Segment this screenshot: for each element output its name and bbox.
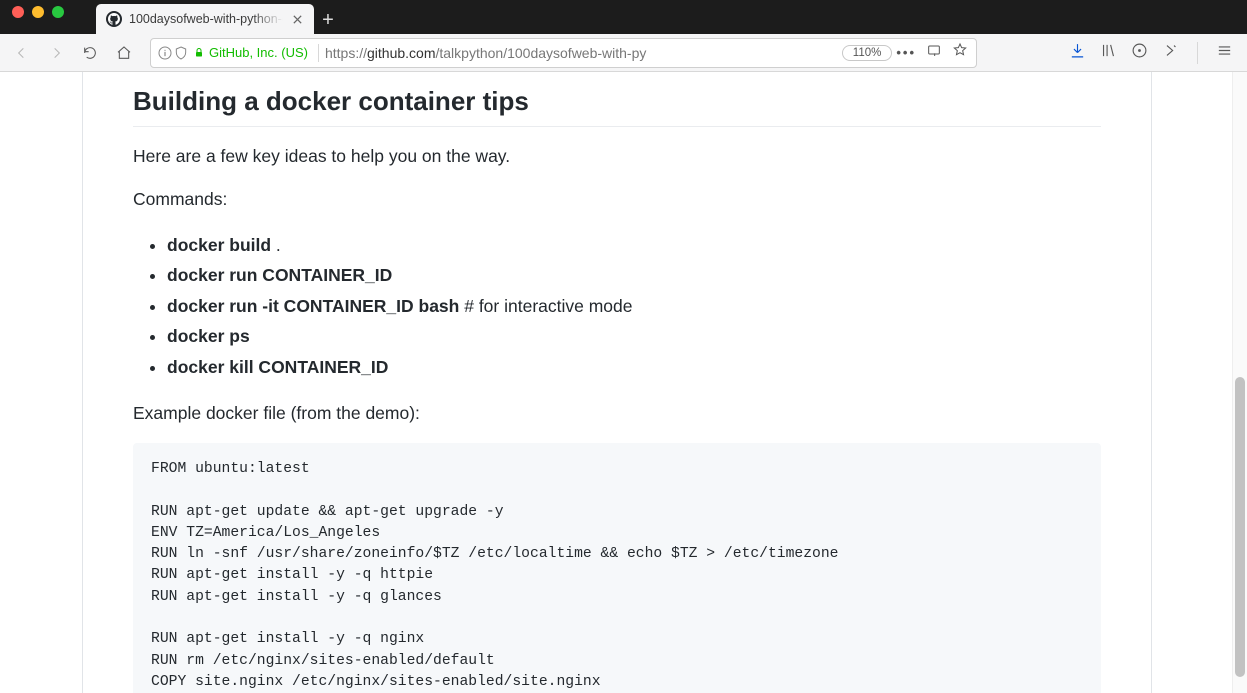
browser-tab[interactable]: 100daysofweb-with-python-co: [96, 4, 314, 34]
close-window-button[interactable]: [12, 6, 24, 18]
site-identity[interactable]: GitHub, Inc. (US): [193, 45, 308, 60]
new-tab-button[interactable]: +: [314, 6, 342, 34]
back-button[interactable]: [8, 39, 36, 67]
tracking-shield-icon[interactable]: [173, 45, 189, 61]
reload-button[interactable]: [76, 39, 104, 67]
site-identity-label: GitHub, Inc. (US): [209, 45, 308, 60]
toolbar-separator: [1197, 42, 1198, 64]
extension-icon[interactable]: [1131, 42, 1148, 64]
downloads-icon[interactable]: [1069, 42, 1086, 64]
scrollbar-thumb[interactable]: [1235, 377, 1245, 677]
reader-view-icon[interactable]: [926, 42, 942, 63]
overflow-icon[interactable]: [1162, 42, 1179, 64]
urlbar-right-icons: •••: [896, 42, 970, 63]
list-item: docker build .: [167, 230, 1101, 261]
section-heading: Building a docker container tips: [133, 86, 1101, 127]
commands-label: Commands:: [133, 186, 1101, 212]
content-border-right: [1151, 72, 1152, 693]
list-item: docker run -it CONTAINER_ID bash # for i…: [167, 291, 1101, 322]
url-text: https://github.com/talkpython/100daysofw…: [325, 45, 842, 61]
minimize-window-button[interactable]: [32, 6, 44, 18]
dockerfile-code-block: FROM ubuntu:latest RUN apt-get update &&…: [133, 443, 1101, 693]
site-info-icon[interactable]: [157, 45, 173, 61]
toolbar-right: [989, 42, 1239, 64]
library-icon[interactable]: [1100, 42, 1117, 64]
example-label: Example docker file (from the demo):: [133, 400, 1101, 426]
zoom-indicator[interactable]: 110%: [842, 45, 893, 61]
home-button[interactable]: [110, 39, 138, 67]
maximize-window-button[interactable]: [52, 6, 64, 18]
page-actions-icon[interactable]: •••: [896, 45, 916, 60]
browser-toolbar: GitHub, Inc. (US) https://github.com/tal…: [0, 34, 1247, 72]
title-bar: 100daysofweb-with-python-co +: [0, 0, 1247, 34]
url-bar[interactable]: GitHub, Inc. (US) https://github.com/tal…: [150, 38, 977, 68]
list-item: docker kill CONTAINER_ID: [167, 352, 1101, 383]
intro-paragraph: Here are a few key ideas to help you on …: [133, 143, 1101, 169]
urlbar-separator: [318, 44, 319, 62]
list-item: docker run CONTAINER_ID: [167, 260, 1101, 291]
vertical-scrollbar[interactable]: [1232, 72, 1247, 693]
forward-button[interactable]: [42, 39, 70, 67]
tab-title: 100daysofweb-with-python-co: [129, 12, 283, 26]
readme-body: Building a docker container tips Here ar…: [83, 72, 1151, 693]
tab-close-button[interactable]: [290, 12, 304, 26]
bookmark-star-icon[interactable]: [952, 42, 968, 63]
list-item: docker ps: [167, 321, 1101, 352]
github-favicon-icon: [106, 11, 122, 27]
tab-strip: 100daysofweb-with-python-co +: [76, 0, 1247, 34]
viewport: Building a docker container tips Here ar…: [0, 72, 1247, 693]
app-menu-button[interactable]: [1216, 42, 1233, 64]
page-content: Building a docker container tips Here ar…: [0, 72, 1232, 693]
commands-list: docker build .docker run CONTAINER_IDdoc…: [133, 230, 1101, 383]
window-controls: [0, 6, 76, 28]
